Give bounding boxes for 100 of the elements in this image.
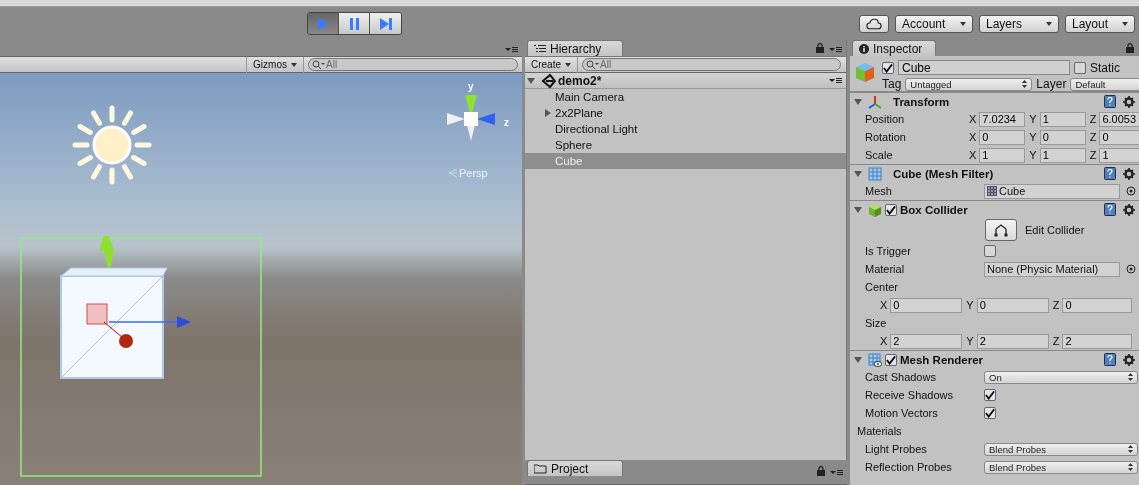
number-field[interactable]: 2: [1062, 333, 1133, 349]
settings-icon: [1123, 353, 1135, 366]
number-field[interactable]: 0: [976, 297, 1049, 313]
updown-icon: [1128, 463, 1133, 471]
list-icon: [534, 44, 546, 53]
create-dropdown[interactable]: Create: [525, 56, 578, 73]
lock-icon: [816, 465, 826, 476]
layer-label: Layer: [1036, 77, 1067, 91]
scene-name: demo2*: [558, 73, 602, 88]
number-field[interactable]: 2: [890, 333, 963, 349]
number-field[interactable]: 6.0053: [1099, 111, 1139, 127]
number-field[interactable]: 7.0234: [979, 111, 1026, 127]
help-book-icon: [1104, 353, 1116, 366]
component-title: Cube (Mesh Filter): [893, 167, 995, 180]
component-icon: [868, 202, 882, 217]
active-checkbox[interactable]: [882, 61, 894, 74]
updown-icon: [1128, 445, 1133, 453]
layer-dropdown[interactable]: Default: [1070, 77, 1139, 91]
panel-menu-icon: [829, 46, 842, 53]
number-field[interactable]: 2: [976, 333, 1049, 349]
object-field[interactable]: Cube: [984, 183, 1120, 199]
project-tab[interactable]: Project: [527, 460, 623, 476]
hierarchy-item[interactable]: Sphere: [525, 137, 846, 153]
lock-icon: [1125, 42, 1135, 53]
object-field[interactable]: None (Physic Material): [984, 261, 1120, 277]
axis-label: X: [969, 113, 977, 125]
step-button[interactable]: [370, 13, 401, 34]
number-field[interactable]: 1: [979, 147, 1026, 163]
cloud-icon: [866, 16, 882, 31]
axis-label: y: [468, 81, 474, 92]
axis-label: X: [969, 149, 977, 161]
sun-icon: [70, 103, 154, 187]
account-dropdown[interactable]: Account: [895, 14, 973, 33]
axis-label: Y: [1029, 149, 1037, 161]
number-field[interactable]: 1: [1099, 147, 1139, 163]
mesh-icon: [987, 186, 997, 196]
property-label: Position: [865, 113, 906, 125]
axis-label: Z: [1089, 149, 1097, 161]
expand-arrow-icon[interactable]: [854, 355, 862, 364]
number-field[interactable]: 0: [1062, 297, 1133, 313]
number-field[interactable]: 1: [1039, 111, 1086, 127]
checkmark-icon: [886, 354, 896, 365]
layout-dropdown[interactable]: Layout: [1065, 14, 1135, 33]
number-field[interactable]: 0: [979, 129, 1026, 145]
play-icon: [315, 15, 331, 32]
pause-button[interactable]: [339, 13, 370, 34]
checkbox[interactable]: [984, 407, 996, 419]
component-icon: [868, 166, 882, 181]
layers-dropdown[interactable]: Layers: [979, 14, 1059, 33]
inspector-tab[interactable]: Inspector: [852, 40, 936, 56]
name-field[interactable]: Cube: [898, 60, 1070, 75]
caret-icon: [1122, 21, 1128, 26]
settings-icon: [1123, 95, 1135, 108]
expand-arrow-icon[interactable]: [854, 169, 862, 178]
updown-icon: [1128, 373, 1133, 381]
tag-dropdown[interactable]: Untagged: [905, 77, 1033, 91]
step-icon: [377, 15, 394, 32]
expand-arrow-icon[interactable]: [854, 97, 862, 106]
enable-checkbox[interactable]: [885, 203, 897, 216]
cloud-button[interactable]: [859, 14, 889, 33]
edit-collider-button[interactable]: [985, 219, 1017, 241]
materials-foldout[interactable]: Materials: [850, 425, 902, 437]
settings-icon: [1123, 167, 1135, 180]
axis-label: X: [880, 299, 888, 311]
hierarchy-tab[interactable]: Hierarchy: [527, 40, 623, 56]
number-field[interactable]: 1: [1039, 147, 1086, 163]
expand-arrow-icon[interactable]: [854, 205, 862, 214]
component-title: Transform: [893, 95, 951, 108]
axis-label: Y: [966, 335, 974, 347]
component-icon: [868, 352, 882, 367]
property-label: Center: [865, 281, 900, 293]
settings-icon: [1123, 203, 1135, 216]
number-field[interactable]: 0: [890, 297, 963, 313]
axis-label: Z: [1052, 335, 1060, 347]
search-icon: [586, 59, 599, 70]
expand-arrow-icon[interactable]: [527, 76, 535, 85]
panel-menu-icon: [505, 46, 518, 53]
gizmos-dropdown[interactable]: Gizmos: [246, 56, 304, 73]
property-dropdown[interactable]: On: [984, 370, 1138, 384]
axis-label: Z: [1052, 299, 1060, 311]
property-label: Motion Vectors: [865, 407, 939, 419]
checkbox[interactable]: [984, 245, 996, 257]
hierarchy-item[interactable]: Directional Light: [525, 121, 846, 137]
info-icon: [859, 43, 869, 54]
number-field[interactable]: 0: [1039, 129, 1086, 145]
tag-label: Tag: [882, 77, 902, 91]
expand-arrow-icon[interactable]: [544, 109, 552, 117]
property-dropdown[interactable]: Blend Probes: [984, 442, 1138, 456]
property-label: Scale: [865, 149, 894, 161]
axis-label: Y: [1029, 131, 1037, 143]
perspective-icon: [447, 168, 458, 178]
static-checkbox[interactable]: [1074, 61, 1086, 74]
hierarchy-item[interactable]: 2x2Plane: [525, 105, 846, 121]
property-dropdown[interactable]: Blend Probes: [984, 460, 1138, 474]
caret-icon: [1046, 21, 1052, 26]
hierarchy-item[interactable]: Main Camera: [525, 89, 846, 105]
checkbox[interactable]: [984, 389, 996, 401]
enable-checkbox[interactable]: [885, 353, 897, 366]
number-field[interactable]: 0: [1099, 129, 1139, 145]
collider-edit-icon: [994, 223, 1008, 237]
